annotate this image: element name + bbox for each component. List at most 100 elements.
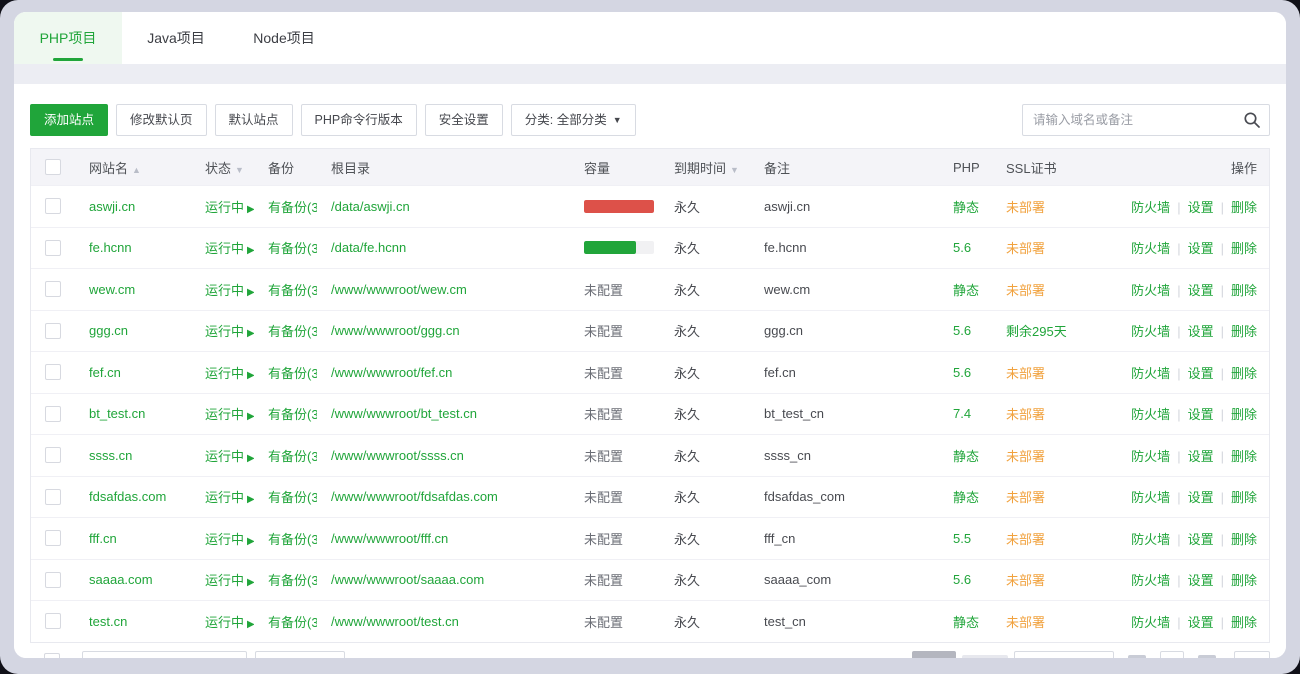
settings-action-link[interactable]: 设置 bbox=[1188, 532, 1214, 547]
remark-label[interactable]: ggg.cn bbox=[750, 323, 939, 338]
select-all-checkbox[interactable] bbox=[45, 159, 61, 175]
php-version-label[interactable]: 静态 bbox=[939, 280, 992, 299]
remark-label[interactable]: ssss_cn bbox=[750, 448, 939, 463]
remark-label[interactable]: bt_test_cn bbox=[750, 406, 939, 421]
root-path-link[interactable]: /www/wwwroot/bt_test.cn bbox=[331, 406, 477, 421]
ssl-status-label[interactable]: 未部署 bbox=[1006, 615, 1045, 630]
header-site-name[interactable]: 网站名▲ bbox=[75, 158, 191, 177]
capacity-text[interactable]: 未配置 bbox=[584, 615, 623, 630]
delete-action-link[interactable]: 删除 bbox=[1231, 449, 1257, 464]
remark-label[interactable]: fef.cn bbox=[750, 365, 939, 380]
settings-action-link[interactable]: 设置 bbox=[1188, 200, 1214, 215]
delete-action-link[interactable]: 删除 bbox=[1231, 615, 1257, 630]
site-status[interactable]: 运行中▶ bbox=[191, 529, 254, 548]
capacity-text[interactable]: 未配置 bbox=[584, 283, 623, 298]
remark-label[interactable]: fff_cn bbox=[750, 531, 939, 546]
bulk-apply-button[interactable] bbox=[255, 651, 345, 659]
remark-label[interactable]: test_cn bbox=[750, 614, 939, 629]
header-expire-time[interactable]: 到期时间▼ bbox=[660, 158, 750, 177]
delete-action-link[interactable]: 删除 bbox=[1231, 490, 1257, 505]
php-version-label[interactable]: 5.6 bbox=[939, 240, 992, 255]
delete-action-link[interactable]: 删除 bbox=[1231, 407, 1257, 422]
bulk-action-select[interactable] bbox=[82, 651, 247, 659]
expire-label[interactable]: 永久 bbox=[660, 529, 750, 548]
row-checkbox[interactable] bbox=[45, 613, 61, 629]
row-checkbox[interactable] bbox=[45, 406, 61, 422]
row-checkbox[interactable] bbox=[45, 489, 61, 505]
expire-label[interactable]: 永久 bbox=[660, 321, 750, 340]
ssl-status-label[interactable]: 剩余295天 bbox=[1006, 324, 1067, 339]
site-name-link[interactable]: bt_test.cn bbox=[89, 406, 145, 421]
site-status[interactable]: 运行中▶ bbox=[191, 570, 254, 589]
search-icon[interactable] bbox=[1243, 111, 1261, 129]
backup-link[interactable]: 有备份(3) bbox=[268, 283, 317, 298]
expire-label[interactable]: 永久 bbox=[660, 570, 750, 589]
root-path-link[interactable]: /data/aswji.cn bbox=[331, 199, 410, 214]
remark-label[interactable]: saaaa_com bbox=[750, 572, 939, 587]
expire-label[interactable]: 永久 bbox=[660, 487, 750, 506]
backup-link[interactable]: 有备份(3) bbox=[268, 573, 317, 588]
site-name-link[interactable]: fef.cn bbox=[89, 365, 121, 380]
firewall-action-link[interactable]: 防火墙 bbox=[1131, 573, 1170, 588]
firewall-action-link[interactable]: 防火墙 bbox=[1131, 241, 1170, 256]
firewall-action-link[interactable]: 防火墙 bbox=[1131, 449, 1170, 464]
site-name-link[interactable]: aswji.cn bbox=[89, 199, 135, 214]
expire-label[interactable]: 永久 bbox=[660, 446, 750, 465]
firewall-action-link[interactable]: 防火墙 bbox=[1131, 324, 1170, 339]
delete-action-link[interactable]: 删除 bbox=[1231, 241, 1257, 256]
site-status[interactable]: 运行中▶ bbox=[191, 446, 254, 465]
tab-node-projects[interactable]: Node项目 bbox=[230, 12, 338, 64]
expire-label[interactable]: 永久 bbox=[660, 363, 750, 382]
settings-action-link[interactable]: 设置 bbox=[1188, 283, 1214, 298]
delete-action-link[interactable]: 删除 bbox=[1231, 573, 1257, 588]
firewall-action-link[interactable]: 防火墙 bbox=[1131, 283, 1170, 298]
site-status[interactable]: 运行中▶ bbox=[191, 197, 254, 216]
category-filter-dropdown[interactable]: 分类: 全部分类▼ bbox=[511, 104, 636, 136]
settings-action-link[interactable]: 设置 bbox=[1188, 449, 1214, 464]
page-size-select[interactable] bbox=[1160, 651, 1184, 659]
root-path-link[interactable]: /data/fe.hcnn bbox=[331, 240, 406, 255]
php-version-label[interactable]: 7.4 bbox=[939, 406, 992, 421]
ssl-status-label[interactable]: 未部署 bbox=[1006, 532, 1045, 547]
firewall-action-link[interactable]: 防火墙 bbox=[1131, 407, 1170, 422]
backup-link[interactable]: 有备份(3) bbox=[268, 324, 317, 339]
php-version-label[interactable]: 静态 bbox=[939, 446, 992, 465]
root-path-link[interactable]: /www/wwwroot/ssss.cn bbox=[331, 448, 464, 463]
capacity-text[interactable]: 未配置 bbox=[584, 573, 623, 588]
settings-action-link[interactable]: 设置 bbox=[1188, 573, 1214, 588]
expire-label[interactable]: 永久 bbox=[660, 404, 750, 423]
row-checkbox[interactable] bbox=[45, 323, 61, 339]
site-status[interactable]: 运行中▶ bbox=[191, 612, 254, 631]
site-status[interactable]: 运行中▶ bbox=[191, 321, 254, 340]
site-status[interactable]: 运行中▶ bbox=[191, 487, 254, 506]
capacity-text[interactable]: 未配置 bbox=[584, 407, 623, 422]
site-name-link[interactable]: saaaa.com bbox=[89, 572, 153, 587]
backup-link[interactable]: 有备份(3) bbox=[268, 200, 317, 215]
row-checkbox[interactable] bbox=[45, 447, 61, 463]
php-version-label[interactable]: 静态 bbox=[939, 197, 992, 216]
default-site-button[interactable]: 默认站点 bbox=[215, 104, 293, 136]
firewall-action-link[interactable]: 防火墙 bbox=[1131, 532, 1170, 547]
site-status[interactable]: 运行中▶ bbox=[191, 404, 254, 423]
backup-link[interactable]: 有备份(3) bbox=[268, 449, 317, 464]
settings-action-link[interactable]: 设置 bbox=[1188, 241, 1214, 256]
add-site-button[interactable]: 添加站点 bbox=[30, 104, 108, 136]
remark-label[interactable]: wew.cm bbox=[750, 282, 939, 297]
php-cli-version-button[interactable]: PHP命令行版本 bbox=[301, 104, 417, 136]
php-version-label[interactable]: 5.5 bbox=[939, 531, 992, 546]
settings-action-link[interactable]: 设置 bbox=[1188, 407, 1214, 422]
backup-link[interactable]: 有备份(3) bbox=[268, 490, 317, 505]
php-version-label[interactable]: 5.6 bbox=[939, 572, 992, 587]
backup-link[interactable]: 有备份(3) bbox=[268, 366, 317, 381]
expire-label[interactable]: 永久 bbox=[660, 280, 750, 299]
firewall-action-link[interactable]: 防火墙 bbox=[1131, 366, 1170, 381]
site-name-link[interactable]: ggg.cn bbox=[89, 323, 128, 338]
capacity-text[interactable]: 未配置 bbox=[584, 532, 623, 547]
settings-action-link[interactable]: 设置 bbox=[1188, 490, 1214, 505]
footer-select-all-checkbox[interactable] bbox=[44, 653, 60, 659]
php-version-label[interactable]: 5.6 bbox=[939, 323, 992, 338]
root-path-link[interactable]: /www/wwwroot/ggg.cn bbox=[331, 323, 460, 338]
site-status[interactable]: 运行中▶ bbox=[191, 363, 254, 382]
ssl-status-label[interactable]: 未部署 bbox=[1006, 573, 1045, 588]
backup-link[interactable]: 有备份(3) bbox=[268, 407, 317, 422]
